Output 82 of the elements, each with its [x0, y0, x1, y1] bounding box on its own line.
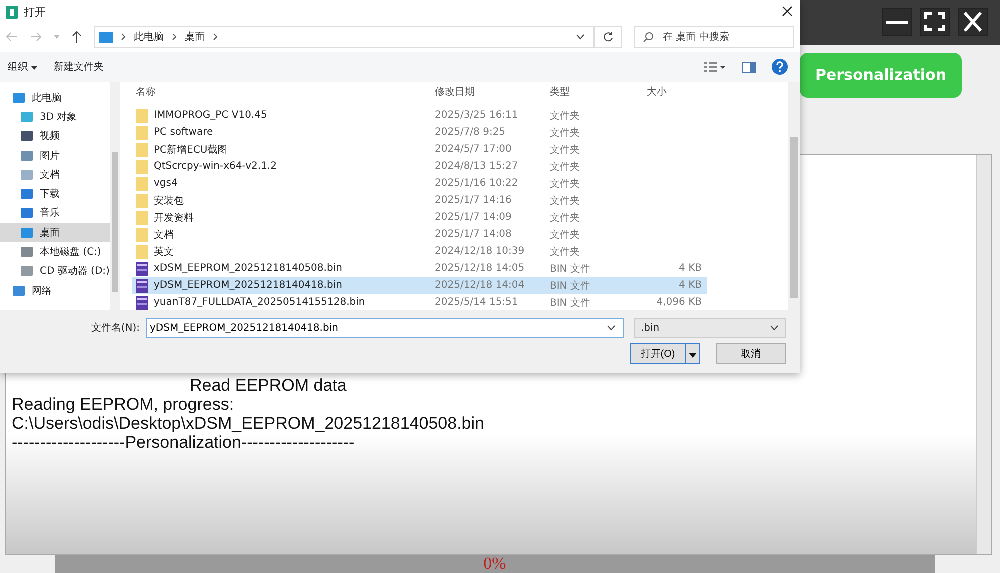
file-row[interactable]: 开发资料 2025/1/7 14:09 文件夹	[132, 209, 707, 226]
sidebar-item[interactable]: 本地磁盘 (C:)	[0, 242, 110, 262]
chevron-down-icon[interactable]	[607, 325, 616, 331]
scrollbar[interactable]	[976, 155, 991, 554]
file-row[interactable]: yDSM_EEPROM_20251218140418.bin 2025/12/18 14:04 BIN 文件 4 KB	[132, 277, 707, 294]
filename-label: 文件名(N):	[91, 322, 140, 335]
sidebar-item[interactable]: 桌面	[0, 223, 110, 242]
column-header[interactable]: 大小	[647, 85, 702, 99]
file-row[interactable]: xDSM_EEPROM_20251218140508.bin 2025/12/18 14:05 BIN 文件 4 KB	[132, 260, 707, 277]
fullscreen-button[interactable]	[920, 8, 950, 36]
file-row[interactable]: QtScrcpy-win-x64-v2.1.2 2024/8/13 15:27 文件夹	[132, 158, 707, 175]
file-row[interactable]: 英文 2024/12/18 10:39 文件夹	[132, 243, 707, 260]
column-header[interactable]: 名称	[132, 85, 435, 99]
column-header[interactable]: 修改日期	[435, 85, 550, 99]
search-icon	[643, 32, 654, 43]
folder-icon	[136, 160, 148, 174]
sidebar-item[interactable]: 图片	[0, 146, 110, 166]
file-row[interactable]: vgs4 2025/1/16 10:22 文件夹	[132, 175, 707, 192]
folder-icon	[136, 244, 148, 258]
chevron-down-icon[interactable]	[576, 34, 585, 40]
open-button[interactable]: 打开(O)	[630, 343, 686, 364]
minimize-icon	[886, 20, 908, 24]
search-field[interactable]: 在 桌面 中搜索	[634, 26, 794, 48]
desktop-icon	[20, 226, 34, 239]
progress-text: 0%	[484, 554, 506, 573]
breadcrumb-item[interactable]: 此电脑	[134, 30, 164, 44]
sidebar-item[interactable]: 音乐	[0, 204, 110, 224]
scrollbar[interactable]	[788, 82, 800, 310]
file-row[interactable]: yuanT87_FULLDATA_20250514155128.bin 2025/5/14 15:51 BIN 文件 4,096 KB	[132, 294, 707, 311]
view-options-icon[interactable]	[704, 62, 726, 72]
log-line: Read EEPROM data	[189, 376, 348, 396]
cancel-button[interactable]: 取消	[716, 343, 786, 364]
folder-icon	[136, 176, 148, 190]
close-icon	[962, 12, 984, 32]
fullscreen-icon	[924, 12, 946, 32]
desktop-icon	[99, 32, 113, 42]
chevron-right-icon	[121, 33, 126, 41]
sidebar-item[interactable]: 3D 对象	[0, 107, 110, 127]
organize-button[interactable]: 组织	[8, 60, 38, 74]
address-bar[interactable]: 此电脑 桌面	[94, 26, 594, 48]
sidebar-item[interactable]: 网络	[0, 280, 110, 300]
help-icon[interactable]	[772, 59, 788, 75]
filename-field[interactable]: yDSM_EEPROM_20251218140418.bin	[146, 318, 624, 338]
app-icon	[6, 6, 18, 18]
file-row[interactable]: 安装包 2025/1/7 14:16 文件夹	[132, 192, 707, 209]
chevron-right-icon	[172, 33, 177, 41]
close-button[interactable]	[958, 8, 988, 36]
file-row[interactable]: 文档 2025/1/7 14:08 文件夹	[132, 226, 707, 243]
log-line: C:\Users\odis\Desktop\xDSM_EEPROM_20251218140508.bin	[12, 414, 486, 434]
folder-icon	[136, 228, 148, 242]
sidebar-item[interactable]: CD 驱动器 (D:)	[0, 262, 110, 281]
close-icon	[782, 6, 792, 16]
folder-icon	[136, 194, 148, 208]
folder-icon	[136, 126, 148, 140]
file-type-dropdown[interactable]: .bin	[634, 318, 786, 338]
new-folder-button[interactable]: 新建文件夹	[54, 60, 104, 74]
caret-icon	[30, 66, 38, 70]
sidebar-item[interactable]: 下载	[0, 184, 110, 204]
breadcrumb-item[interactable]: 桌面	[185, 30, 205, 44]
column-header[interactable]: 类型	[550, 85, 647, 99]
sidebar-item[interactable]: 视频	[0, 126, 110, 146]
refresh-icon	[602, 32, 614, 42]
sidebar-item[interactable]: 文档	[0, 165, 110, 184]
minimize-button[interactable]	[882, 8, 912, 36]
file-row[interactable]: IMMOPROG_PC V10.45 2025/3/25 16:11 文件夹	[132, 107, 707, 124]
file-row[interactable]: PC software 2025/7/8 9:25 文件夹	[132, 124, 707, 141]
up-arrow-icon[interactable]	[72, 31, 82, 43]
file-row[interactable]: PC新增ECU截图 2024/5/7 17:00 文件夹	[132, 141, 707, 158]
log-line: --------------------Personalization--------------------	[12, 433, 356, 452]
chevron-right-icon[interactable]	[213, 33, 218, 41]
folder-icon	[136, 142, 148, 156]
refresh-button[interactable]	[594, 26, 622, 48]
folder-icon	[136, 108, 148, 122]
scrollbar[interactable]	[110, 82, 120, 310]
sidebar-item[interactable]: 此电脑	[0, 88, 110, 108]
folder-icon	[136, 210, 148, 224]
preview-pane-icon[interactable]	[742, 62, 756, 72]
chevron-down-icon	[770, 325, 779, 331]
dropdown-button[interactable]	[686, 343, 700, 364]
log-line: Reading EEPROM, progress:	[12, 395, 236, 414]
caret-icon	[688, 353, 696, 358]
dialog-title: 打开	[24, 4, 46, 20]
